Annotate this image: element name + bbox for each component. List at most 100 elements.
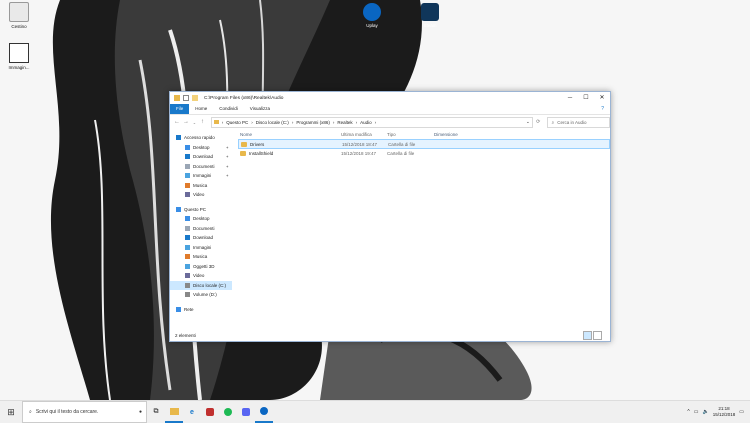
video-icon: [185, 273, 190, 279]
back-arrow-icon[interactable]: ←: [174, 119, 180, 125]
edge-icon[interactable]: e: [183, 401, 201, 423]
file-type: Cartella di file: [387, 150, 415, 156]
microphone-icon[interactable]: ●: [139, 409, 142, 415]
file-row[interactable]: InstallShield 15/12/2018 19:47 Cartella …: [238, 149, 610, 157]
column-name[interactable]: Nome: [238, 132, 341, 137]
pin-icon: ✦: [225, 163, 229, 169]
sidebar-item[interactable]: Volume (D:): [170, 290, 232, 300]
sidebar-item[interactable]: Download ✦: [170, 152, 232, 162]
help-icon[interactable]: ?: [601, 106, 604, 112]
sidebar-item[interactable]: Download: [170, 233, 232, 243]
desktop-icon-steam[interactable]: Steam: [413, 3, 447, 28]
drive-icon: [185, 282, 190, 288]
red-app-icon[interactable]: [201, 401, 219, 423]
up-arrow-icon[interactable]: ↑: [200, 119, 205, 125]
desktop-icon-recycle-bin[interactable]: Cestino: [2, 2, 36, 29]
sidebar-item[interactable]: Rete: [170, 305, 232, 315]
task-view-icon[interactable]: ⧉: [147, 401, 165, 423]
new-folder-icon[interactable]: [192, 95, 198, 101]
tray-chevron-icon[interactable]: ^: [687, 409, 689, 415]
steam-icon: [421, 3, 439, 21]
window-title: C:\Program Files (x86)\Realtek\Audio: [204, 95, 284, 101]
properties-icon[interactable]: [183, 95, 189, 101]
address-dropdown-icon[interactable]: ⌄: [526, 119, 530, 125]
tab-share[interactable]: Condividi: [213, 104, 244, 114]
column-type[interactable]: Tipo: [387, 132, 434, 137]
drive-icon: [185, 292, 190, 298]
folder-icon: [174, 95, 180, 101]
sidebar-item[interactable]: Oggetti 3D: [170, 262, 232, 272]
sidebar-item[interactable]: Immagini ✦: [170, 171, 232, 181]
sidebar-item-label: Musica: [193, 254, 208, 260]
sidebar-item[interactable]: Disco locale (C:): [170, 280, 232, 290]
spotify-icon[interactable]: [219, 401, 237, 423]
sidebar-item-label: Download: [193, 154, 214, 160]
sidebar-item-label: Musica: [193, 182, 208, 188]
sidebar-item[interactable]: Video: [170, 271, 232, 281]
music-icon: [185, 182, 190, 188]
forward-arrow-icon[interactable]: →: [183, 119, 189, 125]
item-count: 2 elementi: [175, 332, 196, 338]
breadcrumb-drive-c[interactable]: Disco locale (C:): [256, 120, 289, 125]
tab-home[interactable]: Home: [189, 104, 213, 114]
search-placeholder: Cerca in Audio: [557, 119, 587, 125]
sidebar-item[interactable]: Questo PC: [170, 205, 232, 215]
search-input[interactable]: ⌕ Cerca in Audio: [546, 116, 610, 128]
navigation-pane: Accesso rapido Desktop ✦ Download ✦ Documenti…: [170, 129, 232, 329]
recent-chevron-icon[interactable]: ⌄: [192, 120, 197, 125]
sidebar-item[interactable]: Documenti: [170, 224, 232, 234]
network-icon: [176, 306, 181, 312]
sidebar-item-label: Immagini: [193, 173, 212, 179]
folder-icon: [213, 120, 219, 124]
close-button[interactable]: ✕: [594, 92, 610, 104]
sidebar-item[interactable]: Desktop ✦: [170, 143, 232, 153]
sidebar-item[interactable]: Video: [170, 190, 232, 200]
address-bar[interactable]: › Questo PC › Disco locale (C:) › Programm…: [210, 116, 533, 128]
large-icons-view-icon[interactable]: [593, 330, 602, 340]
network-icon[interactable]: ▭: [694, 409, 699, 415]
sidebar-item[interactable]: Accesso rapido: [170, 133, 232, 143]
start-button[interactable]: ⊞: [0, 407, 22, 418]
documents-icon: [185, 225, 190, 231]
file-explorer-icon[interactable]: [165, 401, 183, 423]
file-row[interactable]: Drivers 15/12/2018 18:47 Cartella di fil…: [238, 139, 610, 149]
sidebar-item[interactable]: Documenti ✦: [170, 162, 232, 172]
volume-icon[interactable]: 🔈: [703, 409, 709, 415]
file-name: InstallShield: [249, 150, 274, 156]
status-bar: 2 elementi: [170, 329, 610, 341]
uplay-taskbar-icon[interactable]: [255, 401, 273, 423]
sidebar-item[interactable]: Musica: [170, 181, 232, 191]
pictures-icon: [185, 173, 190, 179]
sidebar-item[interactable]: Musica: [170, 252, 232, 262]
column-modified[interactable]: Ultima modifica: [341, 132, 387, 137]
details-view-icon[interactable]: [583, 330, 592, 340]
refresh-icon[interactable]: ⟳: [536, 119, 541, 125]
recycle-bin-icon: [9, 2, 29, 22]
tab-view[interactable]: Visualizza: [244, 104, 276, 114]
date: 15/12/2018: [712, 412, 736, 417]
ribbon-tabs: File Home Condividi Visualizza ?: [170, 104, 610, 115]
discord-icon[interactable]: [237, 401, 255, 423]
desktop-icon: [185, 144, 190, 150]
breadcrumb-program-files[interactable]: Programmi (x86): [296, 120, 330, 125]
tab-file[interactable]: File: [170, 104, 190, 114]
sidebar-item[interactable]: Desktop: [170, 214, 232, 224]
minimize-button[interactable]: ─: [562, 92, 578, 104]
breadcrumb-realtek[interactable]: Realtek: [337, 120, 352, 125]
sidebar-item-label: Download: [193, 235, 214, 241]
sidebar-item-label: Oggetti 3D: [193, 263, 215, 269]
desktop-icon-image-shortcut[interactable]: Immagin...: [2, 43, 36, 70]
column-size[interactable]: Dimensione: [434, 132, 474, 137]
desktop-icon-uplay[interactable]: Uplay: [355, 3, 389, 28]
search-icon: ⌕: [551, 119, 555, 125]
breadcrumb-this-pc[interactable]: Questo PC: [226, 120, 248, 125]
maximize-button[interactable]: ☐: [578, 92, 594, 104]
sidebar-item[interactable]: Immagini: [170, 243, 232, 253]
title-bar[interactable]: C:\Program Files (x86)\Realtek\Audio ─ ☐…: [170, 92, 610, 104]
sidebar-item-label: Questo PC: [184, 206, 207, 212]
breadcrumb-audio[interactable]: Audio: [360, 120, 372, 125]
notifications-icon[interactable]: ▭: [739, 409, 744, 415]
clock[interactable]: 21:18 15/12/2018: [713, 406, 736, 418]
taskbar-search-placeholder: Scrivi qui il testo da cercare.: [35, 409, 99, 415]
taskbar-search[interactable]: ⌕ Scrivi qui il testo da cercare. ●: [22, 401, 147, 423]
